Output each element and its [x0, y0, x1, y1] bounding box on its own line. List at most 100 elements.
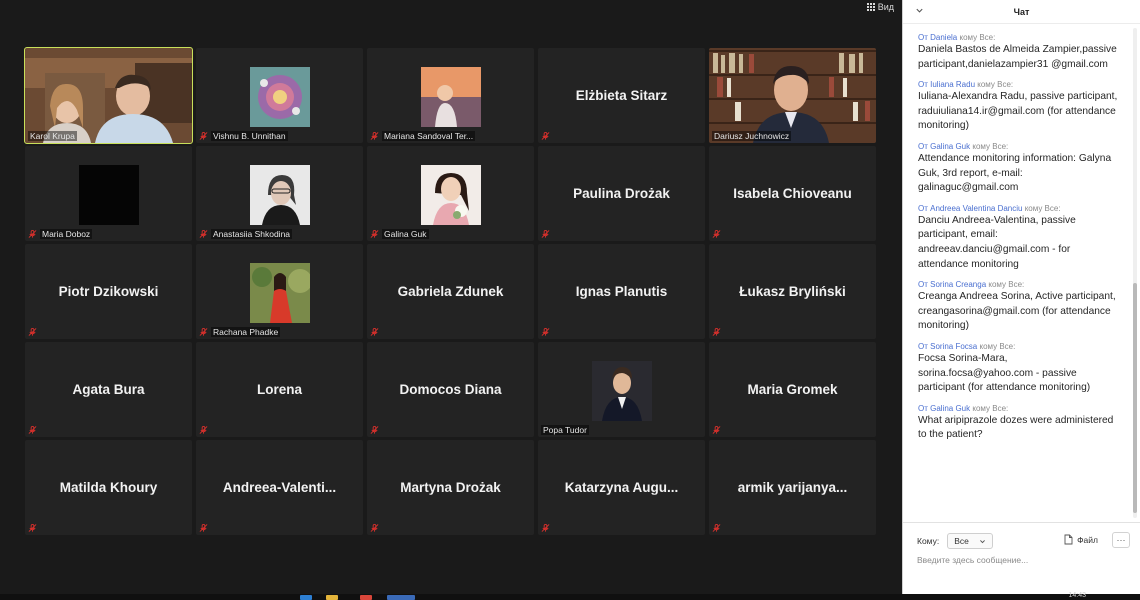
- participant-caption: Galina Guk: [370, 229, 429, 239]
- muted-mic-icon: [712, 523, 721, 532]
- participant-tile[interactable]: Dariusz Juchnowicz: [709, 48, 876, 143]
- taskbar-app-icon[interactable]: [387, 595, 415, 600]
- participant-tile[interactable]: Anastasiia Shkodina: [196, 146, 363, 241]
- muted-mic-icon: [370, 523, 379, 532]
- participant-name-large: armik yarijanya...: [737, 479, 848, 495]
- participant-tile[interactable]: Katarzyna Augu...: [538, 440, 705, 535]
- taskbar-app-icon[interactable]: [326, 595, 338, 600]
- participant-tile[interactable]: Martyna Drożak: [367, 440, 534, 535]
- participant-caption: [370, 425, 379, 435]
- profile-picture: [420, 67, 481, 127]
- participant-name-large: Gabriela Zdunek: [397, 283, 504, 299]
- participant-tile[interactable]: Isabela Chioveanu: [709, 146, 876, 241]
- taskbar-clock: 14:43: [1068, 592, 1086, 599]
- participant-tile[interactable]: Agata Bura: [25, 342, 192, 437]
- muted-mic-icon: [541, 327, 550, 336]
- recipient-select[interactable]: Все: [947, 533, 993, 549]
- participant-tile[interactable]: Gabriela Zdunek: [367, 244, 534, 339]
- chat-message-input[interactable]: [917, 555, 1122, 565]
- zoom-meeting-window: Вид Karol Krupa Vishnu B. Unnithan Maria…: [0, 0, 1140, 600]
- participant-tile[interactable]: Mariana Sandoval Ter...: [367, 48, 534, 143]
- chevron-down-icon[interactable]: [915, 6, 924, 15]
- profile-picture: [591, 361, 652, 421]
- profile-picture: [249, 165, 310, 225]
- message-sender: От Galina Guk: [918, 403, 971, 413]
- message-text: Creanga Andreea Sorina, Active participa…: [918, 291, 1116, 332]
- chat-message: От Galina Guk кому Все: Attendance monit…: [918, 141, 1123, 196]
- muted-mic-icon: [541, 229, 550, 238]
- participant-name: Mariana Sandoval Ter...: [382, 131, 476, 141]
- muted-mic-icon: [199, 327, 208, 336]
- participant-tile[interactable]: Vishnu B. Unnithan: [196, 48, 363, 143]
- participant-caption: [199, 425, 208, 435]
- participant-tile[interactable]: Piotr Dzikowski: [25, 244, 192, 339]
- participant-name-large: Katarzyna Augu...: [564, 479, 679, 495]
- message-sender: От Daniela: [918, 33, 958, 42]
- participant-tile[interactable]: Matilda Khoury: [25, 440, 192, 535]
- muted-mic-icon: [28, 523, 37, 532]
- participant-tile[interactable]: Karol Krupa: [24, 47, 193, 144]
- profile-picture: [249, 67, 310, 127]
- muted-mic-icon: [28, 229, 37, 238]
- participant-tile[interactable]: Łukasz Bryliński: [709, 244, 876, 339]
- participant-caption: Dariusz Juchnowicz: [712, 131, 792, 141]
- chat-title: Чат: [1013, 6, 1030, 17]
- muted-mic-icon: [199, 229, 208, 238]
- message-meta: От Galina Guk кому Все:: [918, 403, 1123, 414]
- participant-caption: [541, 523, 550, 533]
- participant-tile[interactable]: Maria Doboz: [25, 146, 192, 241]
- windows-taskbar: 14:43: [0, 592, 1140, 600]
- participant-tile[interactable]: Maria Gromek: [709, 342, 876, 437]
- participant-caption: Karol Krupa: [28, 131, 77, 141]
- participant-tile[interactable]: Ignas Planutis: [538, 244, 705, 339]
- file-button[interactable]: Файл: [1064, 534, 1098, 545]
- muted-mic-icon: [199, 523, 208, 532]
- muted-mic-icon: [712, 425, 721, 434]
- participant-name: Rachana Phadke: [211, 327, 281, 337]
- more-options-button[interactable]: ···: [1112, 532, 1130, 548]
- participant-tile[interactable]: Andreea-Valenti...: [196, 440, 363, 535]
- participant-name: Dariusz Juchnowicz: [712, 131, 792, 141]
- taskbar-app-icon[interactable]: [300, 595, 312, 600]
- participant-tile[interactable]: Galina Guk: [367, 146, 534, 241]
- chat-panel: Чат От Daniela кому Все: Daniela Bastos …: [902, 0, 1140, 594]
- muted-mic-icon: [199, 425, 208, 434]
- chat-message: От Galina Guk кому Все: What aripiprazol…: [918, 403, 1123, 443]
- participant-video: [25, 48, 192, 143]
- participant-tile[interactable]: Domocos Diana: [367, 342, 534, 437]
- view-button[interactable]: Вид: [866, 2, 894, 12]
- message-recipient: кому Все:: [1024, 203, 1061, 213]
- participant-tile[interactable]: Rachana Phadke: [196, 244, 363, 339]
- participant-caption: [28, 425, 37, 435]
- participant-name: Karol Krupa: [28, 131, 77, 141]
- participant-name: Anastasiia Shkodina: [211, 229, 293, 239]
- chevron-down-icon: [979, 539, 985, 543]
- participant-video: [709, 48, 876, 143]
- participant-tile[interactable]: Lorena: [196, 342, 363, 437]
- participant-tile[interactable]: Paulina Drożak: [538, 146, 705, 241]
- participant-tile[interactable]: armik yarijanya...: [709, 440, 876, 535]
- muted-mic-icon: [712, 229, 721, 238]
- muted-mic-icon: [541, 523, 550, 532]
- participant-caption: Rachana Phadke: [199, 327, 281, 337]
- participant-tile[interactable]: Elżbieta Sitarz: [538, 48, 705, 143]
- file-icon: [1064, 534, 1073, 545]
- chat-scrollbar[interactable]: [1133, 28, 1137, 518]
- muted-mic-icon: [541, 131, 550, 140]
- message-recipient: кому Все:: [979, 341, 1016, 351]
- participant-name-large: Isabela Chioveanu: [733, 185, 852, 201]
- scrollbar-thumb[interactable]: [1133, 283, 1137, 513]
- recipient-label: Кому:: [917, 536, 940, 546]
- muted-mic-icon: [28, 425, 37, 434]
- participant-caption: [712, 523, 721, 533]
- message-sender: От Galina Guk: [918, 141, 971, 151]
- gallery-view: Вид Karol Krupa Vishnu B. Unnithan Maria…: [0, 0, 902, 594]
- chat-message: От Andreea Valentina Danciu кому Все: Da…: [918, 203, 1123, 272]
- participant-name: Vishnu B. Unnithan: [211, 131, 288, 141]
- message-text: Daniela Bastos de Almeida Zampier,passiv…: [918, 44, 1117, 70]
- taskbar-app-icon[interactable]: [360, 595, 372, 600]
- profile-picture: [249, 263, 310, 323]
- participant-tile[interactable]: Popa Tudor: [538, 342, 705, 437]
- participant-name: Galina Guk: [382, 229, 429, 239]
- participant-caption: Popa Tudor: [541, 425, 589, 435]
